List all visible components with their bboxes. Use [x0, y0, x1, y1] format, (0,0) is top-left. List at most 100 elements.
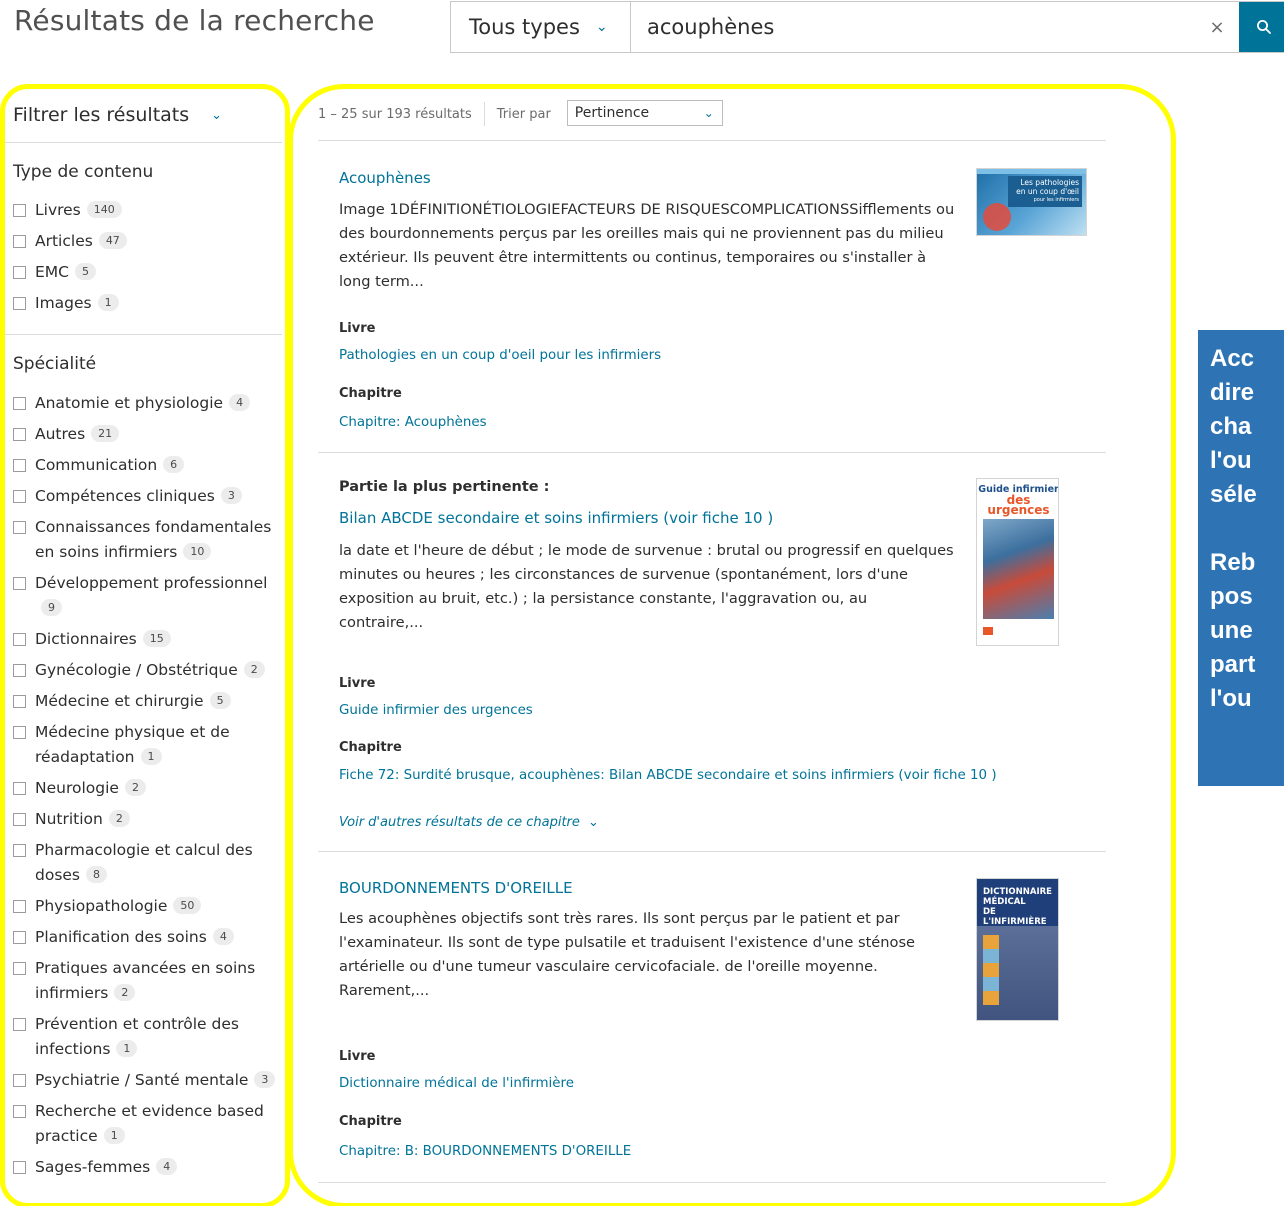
search-result: Partie la plus pertinente : Bilan ABCDE …	[318, 453, 1106, 851]
facet-checkbox[interactable]	[13, 1018, 26, 1031]
facet-item-specialty[interactable]: Pratiques avancées en soins infirmiers 2	[13, 956, 285, 1006]
book-cover-thumbnail[interactable]: DICTIONNAIRE MÉDICAL DE L'INFIRMIÈRE	[976, 878, 1059, 1021]
facet-checkbox[interactable]	[13, 813, 26, 826]
callout-line: Reb	[1210, 549, 1256, 576]
more-chapter-results-link[interactable]: Voir d'autres résultats de ce chapitre ⌄	[339, 815, 599, 830]
book-link[interactable]: Pathologies en un coup d'oeil pour les i…	[339, 348, 661, 363]
facet-item-specialty[interactable]: Anatomie et physiologie 4	[13, 391, 285, 416]
facet-item-specialty[interactable]: Médecine physique et de réadaptation 1	[13, 720, 285, 770]
facet-item-specialty[interactable]: Connaissances fondamentales en soins inf…	[13, 515, 285, 565]
facet-label-text: Articles	[35, 232, 93, 250]
facet-checkbox[interactable]	[13, 633, 26, 646]
facet-checkbox[interactable]	[13, 782, 26, 795]
facet-checkbox[interactable]	[13, 577, 26, 590]
facet-checkbox[interactable]	[13, 1074, 26, 1087]
facet-item-specialty[interactable]: Développement professionnel 9	[13, 571, 285, 621]
facet-count-badge: 2	[108, 810, 130, 827]
facet-label-text: Livres	[35, 201, 81, 219]
clear-search-button[interactable]: ×	[1195, 2, 1239, 52]
facet-label: Sages-femmes 4	[35, 1155, 285, 1180]
book-label: Livre	[339, 1049, 376, 1064]
facet-count-badge: 1	[140, 748, 162, 765]
filter-results-toggle[interactable]: Filtrer les résultats ⌄	[13, 104, 222, 126]
facet-checkbox[interactable]	[13, 931, 26, 944]
search-result: BOURDONNEMENTS D'OREILLE Les acouphènes …	[318, 852, 1106, 1182]
facet-label-text: Planification des soins	[35, 928, 207, 946]
facet-label: Connaissances fondamentales en soins inf…	[35, 515, 285, 565]
facet-checkbox[interactable]	[13, 900, 26, 913]
book-link[interactable]: Dictionnaire médical de l'infirmière	[339, 1076, 574, 1091]
facet-checkbox[interactable]	[13, 297, 26, 310]
facet-checkbox[interactable]	[13, 726, 26, 739]
facet-item-specialty[interactable]: Neurologie 2	[13, 776, 285, 801]
facet-label-text: Médecine et chirurgie	[35, 692, 204, 710]
result-snippet: Image 1DÉFINITIONÉTIOLOGIEFACTEURS DE RI…	[339, 201, 955, 290]
search-icon	[1257, 20, 1271, 34]
facet-checkbox[interactable]	[13, 962, 26, 975]
facet-count-badge: 4	[212, 928, 234, 945]
facet-checkbox[interactable]	[13, 844, 26, 857]
facet-count-badge: 21	[91, 425, 120, 442]
facet-label: Neurologie 2	[35, 776, 285, 801]
book-cover-thumbnail[interactable]: Les pathologies en un coup d'œil pour le…	[976, 168, 1087, 236]
search-button[interactable]	[1239, 2, 1284, 52]
chevron-down-icon: ⌄	[211, 107, 223, 123]
chapter-link[interactable]: Fiche 72: Surdité brusque, acouphènes: B…	[339, 768, 997, 783]
chapter-link[interactable]: Chapitre: B: BOURDONNEMENTS D'OREILLE	[339, 1144, 631, 1159]
result-title-link[interactable]: Bilan ABCDE secondaire et soins infirmie…	[339, 509, 773, 527]
chapter-label: Chapitre	[339, 740, 402, 755]
facet-checkbox[interactable]	[13, 266, 26, 279]
facet-item-specialty[interactable]: Pharmacologie et calcul des doses 8	[13, 838, 285, 888]
facet-item-content-type[interactable]: Articles 47	[13, 229, 285, 254]
callout-line: une	[1210, 617, 1253, 644]
cover-line: en un coup d'œil	[1016, 187, 1079, 196]
results-count: 1 – 25 sur 193 résultats	[318, 107, 472, 122]
facet-checkbox[interactable]	[13, 1105, 26, 1118]
book-label: Livre	[339, 676, 376, 691]
facet-checkbox[interactable]	[13, 428, 26, 441]
content-type-select[interactable]: Tous types ⌄	[451, 2, 631, 52]
facet-checkbox[interactable]	[13, 521, 26, 534]
result-title-link[interactable]: Acouphènes	[339, 169, 431, 187]
facet-label-text: Psychiatrie / Santé mentale	[35, 1071, 249, 1089]
facet-item-specialty[interactable]: Prévention et contrôle des infections 1	[13, 1012, 285, 1062]
facet-item-specialty[interactable]: Planification des soins 4	[13, 925, 285, 950]
facet-item-specialty[interactable]: Psychiatrie / Santé mentale 3	[13, 1068, 285, 1093]
facet-checkbox[interactable]	[13, 1161, 26, 1174]
facet-label: Communication 6	[35, 453, 285, 478]
facet-item-specialty[interactable]: Nutrition 2	[13, 807, 285, 832]
facet-checkbox[interactable]	[13, 664, 26, 677]
facet-item-content-type[interactable]: Livres 140	[13, 198, 285, 223]
cover-title: Les pathologies en un coup d'œil pour le…	[1008, 176, 1082, 207]
facet-item-specialty[interactable]: Compétences cliniques 3	[13, 484, 285, 509]
facet-item-specialty[interactable]: Communication 6	[13, 453, 285, 478]
facet-checkbox[interactable]	[13, 397, 26, 410]
facet-item-specialty[interactable]: Médecine et chirurgie 5	[13, 689, 285, 714]
sort-select[interactable]: Pertinence ⌄	[566, 100, 723, 126]
facet-label: Psychiatrie / Santé mentale 3	[35, 1068, 285, 1093]
facet-item-content-type[interactable]: EMC 5	[13, 260, 285, 285]
book-link[interactable]: Guide infirmier des urgences	[339, 703, 533, 718]
result-title-link[interactable]: BOURDONNEMENTS D'OREILLE	[339, 879, 573, 897]
facet-checkbox[interactable]	[13, 695, 26, 708]
facet-count-badge: 9	[41, 599, 62, 616]
facet-item-specialty[interactable]: Recherche et evidence based practice 1	[13, 1099, 285, 1149]
facet-item-specialty[interactable]: Gynécologie / Obstétrique 2	[13, 658, 285, 683]
search-bar: Tous types ⌄ ×	[450, 1, 1284, 53]
search-input[interactable]	[631, 2, 1195, 52]
facet-count-badge: 3	[254, 1071, 276, 1088]
facet-count-badge: 3	[220, 487, 242, 504]
facet-checkbox[interactable]	[13, 204, 26, 217]
facet-checkbox[interactable]	[13, 459, 26, 472]
facet-item-specialty[interactable]: Dictionnaires 15	[13, 627, 285, 652]
facet-item-specialty[interactable]: Physiopathologie 50	[13, 894, 285, 919]
chapter-link[interactable]: Chapitre: Acouphènes	[339, 415, 487, 430]
cover-badge	[983, 203, 1011, 231]
book-cover-thumbnail[interactable]: Guide infirmier des urgences	[976, 478, 1059, 646]
facet-item-specialty[interactable]: Autres 21	[13, 422, 285, 447]
facet-item-specialty[interactable]: Sages-femmes 4	[13, 1155, 285, 1180]
facet-item-content-type[interactable]: Images 1	[13, 291, 285, 316]
callout-spacer	[1210, 512, 1284, 546]
facet-checkbox[interactable]	[13, 235, 26, 248]
facet-checkbox[interactable]	[13, 490, 26, 503]
